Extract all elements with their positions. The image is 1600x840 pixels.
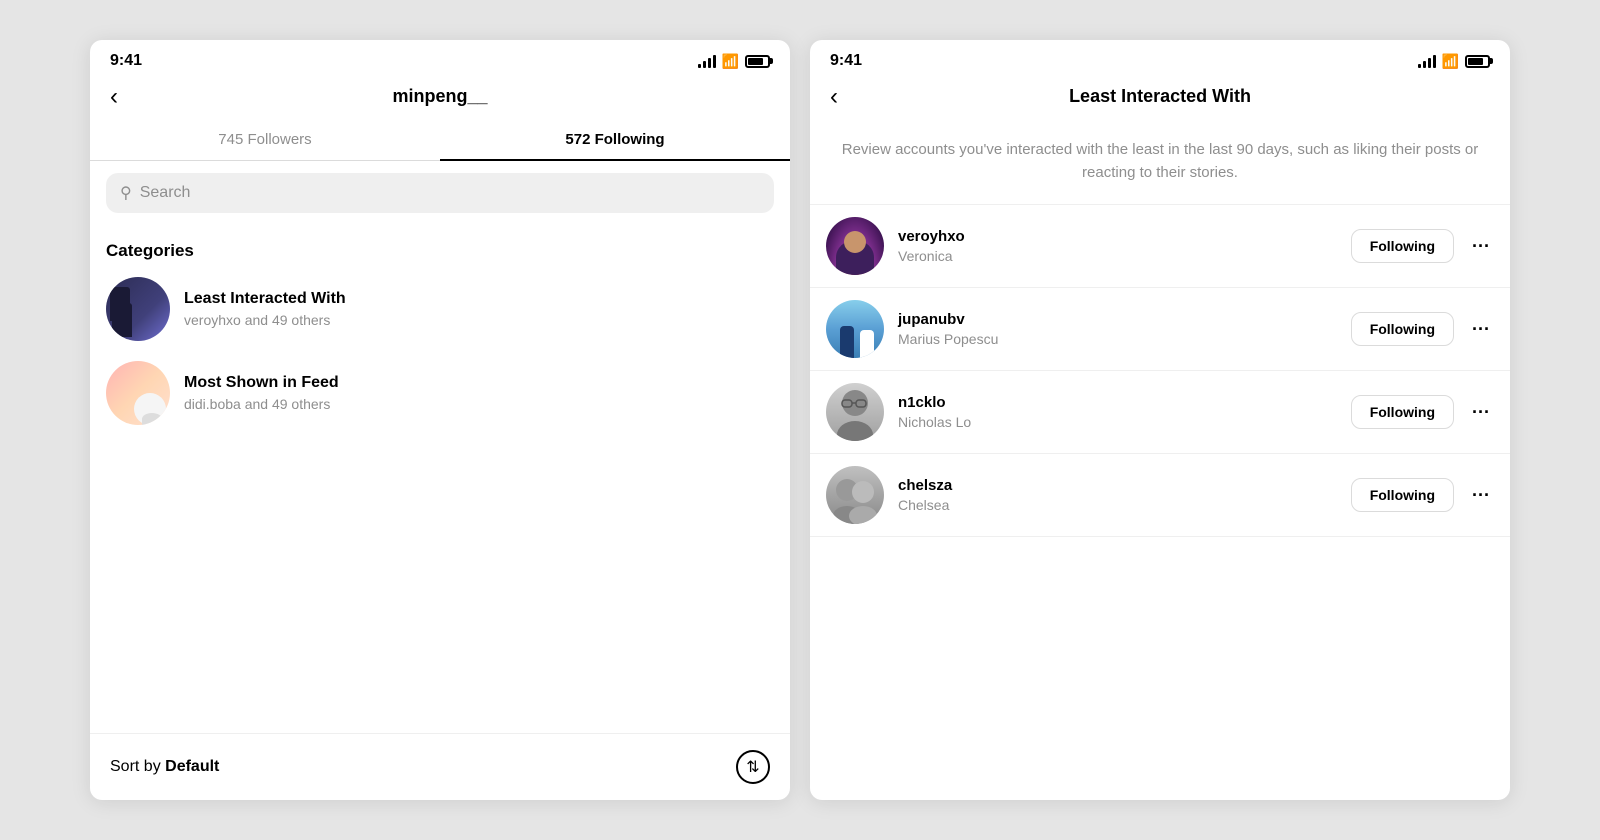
user-info-chelsza: chelsza Chelsea	[898, 477, 1337, 513]
user-info-veroyhxo: veroyhxo Veronica	[898, 228, 1337, 264]
avatar-jupanubv	[826, 300, 884, 358]
tab-followers[interactable]: 745 Followers	[90, 119, 440, 160]
sort-label: Sort by Default	[110, 758, 219, 776]
user-list: veroyhxo Veronica Following ··· jupanubv…	[810, 205, 1510, 800]
page-title-2: Least Interacted With	[1069, 86, 1251, 107]
category-thumb-2	[106, 361, 170, 425]
user-handle-chelsza: chelsza	[898, 477, 1337, 494]
categories-section: Categories Least Interacted With veroyhx…	[90, 225, 790, 733]
description-text: Review accounts you've interacted with t…	[810, 119, 1510, 205]
search-input[interactable]: Search	[140, 184, 191, 202]
following-button-veroyhxo[interactable]: Following	[1351, 229, 1454, 263]
nav-header: ‹ minpeng__	[90, 78, 790, 119]
avatar-veroyhxo	[826, 217, 884, 275]
category-info-1: Least Interacted With veroyhxo and 49 ot…	[184, 290, 774, 328]
user-item-jupanubv: jupanubv Marius Popescu Following ···	[810, 288, 1510, 371]
battery-icon-2	[1465, 55, 1490, 68]
user-item-n1cklo: n1cklo Nicholas Lo Following ···	[810, 371, 1510, 454]
category-subtitle-1: veroyhxo and 49 others	[184, 312, 774, 328]
categories-title: Categories	[106, 241, 774, 261]
more-button-jupanubv[interactable]: ···	[1468, 319, 1494, 340]
search-box[interactable]: ⚲ Search	[106, 173, 774, 213]
back-button-2[interactable]: ‹	[830, 85, 838, 109]
avatar-n1cklo	[826, 383, 884, 441]
screen-least-interacted: 9:41 📶 ‹ Least Interacted With Review ac…	[810, 40, 1510, 800]
more-button-chelsza[interactable]: ···	[1468, 485, 1494, 506]
signal-icon-2	[1418, 54, 1436, 68]
user-handle-jupanubv: jupanubv	[898, 311, 1337, 328]
category-name-2: Most Shown in Feed	[184, 374, 774, 392]
signal-icon	[698, 54, 716, 68]
user-handle-n1cklo: n1cklo	[898, 394, 1337, 411]
avatar-chelsza	[826, 466, 884, 524]
sort-bar: Sort by Default ⇅	[90, 733, 790, 800]
tab-following[interactable]: 572 Following	[440, 119, 790, 160]
wifi-icon-2: 📶	[1442, 53, 1459, 70]
status-bar-2: 9:41 📶	[810, 40, 1510, 78]
user-name-jupanubv: Marius Popescu	[898, 331, 1337, 347]
status-bar: 9:41 📶	[90, 40, 790, 78]
more-button-n1cklo[interactable]: ···	[1468, 402, 1494, 423]
status-icons-2: 📶	[1418, 53, 1490, 70]
category-subtitle-2: didi.boba and 49 others	[184, 396, 774, 412]
sort-icon-button[interactable]: ⇅	[736, 750, 770, 784]
user-name-n1cklo: Nicholas Lo	[898, 414, 1337, 430]
screen-following: 9:41 📶 ‹ minpeng__ 745 Foll	[90, 40, 790, 800]
user-name-chelsza: Chelsea	[898, 497, 1337, 513]
user-item-chelsza: chelsza Chelsea Following ···	[810, 454, 1510, 537]
user-handle-veroyhxo: veroyhxo	[898, 228, 1337, 245]
wifi-icon: 📶	[722, 53, 739, 70]
category-name-1: Least Interacted With	[184, 290, 774, 308]
following-button-jupanubv[interactable]: Following	[1351, 312, 1454, 346]
user-item-veroyhxo: veroyhxo Veronica Following ···	[810, 205, 1510, 288]
search-container: ⚲ Search	[90, 161, 790, 225]
nav-header-2: ‹ Least Interacted With	[810, 78, 1510, 119]
category-thumb-1	[106, 277, 170, 341]
following-button-chelsza[interactable]: Following	[1351, 478, 1454, 512]
battery-icon	[745, 55, 770, 68]
category-item-least-interacted[interactable]: Least Interacted With veroyhxo and 49 ot…	[106, 277, 774, 341]
user-info-n1cklo: n1cklo Nicholas Lo	[898, 394, 1337, 430]
more-button-veroyhxo[interactable]: ···	[1468, 236, 1494, 257]
back-button[interactable]: ‹	[110, 85, 118, 109]
search-icon: ⚲	[120, 183, 132, 203]
status-time-2: 9:41	[830, 52, 862, 70]
user-info-jupanubv: jupanubv Marius Popescu	[898, 311, 1337, 347]
page-title: minpeng__	[392, 86, 487, 107]
status-time: 9:41	[110, 52, 142, 70]
user-name-veroyhxo: Veronica	[898, 248, 1337, 264]
category-info-2: Most Shown in Feed didi.boba and 49 othe…	[184, 374, 774, 412]
status-icons: 📶	[698, 53, 770, 70]
following-button-n1cklo[interactable]: Following	[1351, 395, 1454, 429]
tabs-container: 745 Followers 572 Following	[90, 119, 790, 161]
category-item-most-shown[interactable]: Most Shown in Feed didi.boba and 49 othe…	[106, 361, 774, 425]
sort-value: Default	[165, 758, 219, 775]
